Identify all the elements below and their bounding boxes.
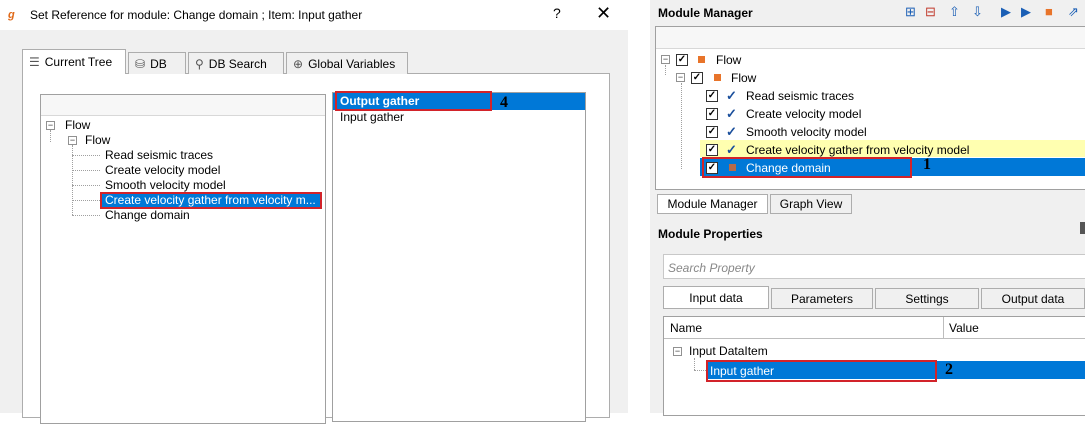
flow-tree[interactable] — [40, 94, 326, 424]
pin-icon[interactable] — [1080, 222, 1085, 234]
move-down-icon[interactable]: ⇩ — [972, 4, 983, 20]
column-header-name[interactable]: Name — [670, 321, 702, 335]
tree-header — [41, 95, 325, 116]
tree-node-flow[interactable]: Flow — [85, 133, 110, 148]
checkbox[interactable]: ✓ — [691, 72, 703, 84]
tab-module-manager[interactable]: Module Manager — [657, 194, 768, 214]
validated-check-icon: ✓ — [726, 124, 737, 139]
module-square-icon — [698, 56, 705, 63]
validated-check-icon: ✓ — [726, 106, 737, 121]
close-button[interactable]: ✕ — [596, 3, 611, 24]
run-icon[interactable]: ▶ — [1001, 4, 1011, 20]
module-manager-title: Module Manager — [658, 6, 753, 20]
app-logo-icon: g — [8, 9, 15, 21]
tree-node-flow-root[interactable]: Flow — [65, 118, 90, 133]
tab-parameters[interactable]: Parameters — [771, 288, 873, 309]
tree-line — [50, 130, 51, 142]
tree-line — [72, 200, 100, 201]
tab-input-data[interactable]: Input data — [663, 286, 769, 309]
tree-line — [72, 215, 100, 216]
export-icon[interactable]: ⇗ — [1068, 4, 1079, 20]
collapse-icon[interactable]: − — [673, 347, 682, 356]
annotation-label: 1 — [923, 156, 931, 173]
tab-label: DB — [150, 56, 167, 71]
tree-line — [72, 185, 100, 186]
tab-output-data[interactable]: Output data — [981, 288, 1085, 309]
validated-check-icon: ✓ — [726, 88, 737, 103]
globe-icon: ⊕ — [293, 56, 304, 71]
collapse-icon[interactable]: − — [661, 55, 670, 64]
collapse-icon[interactable]: − — [68, 136, 77, 145]
annotation-label: 2 — [945, 361, 953, 378]
module-square-icon — [714, 74, 721, 81]
checkbox[interactable]: ✓ — [706, 126, 718, 138]
annotation-box — [335, 91, 492, 111]
tab-label: Current Tree — [44, 55, 113, 69]
move-up-icon[interactable]: ⇧ — [949, 4, 960, 20]
search-placeholder: Search Property — [668, 261, 755, 275]
run-step-icon[interactable]: ▶ — [1021, 4, 1031, 20]
collapse-icon[interactable]: − — [676, 73, 685, 82]
tree-node-create-velocity-gather[interactable]: Create velocity gather from velocity m..… — [105, 193, 316, 208]
tab-graph-view[interactable]: Graph View — [770, 194, 852, 214]
tree-node-read-seismic-traces[interactable]: Read seismic traces — [105, 148, 213, 163]
mm-node-read-seismic-traces[interactable]: Read seismic traces — [746, 89, 854, 104]
tree-header — [656, 27, 1085, 49]
annotation-box — [702, 157, 912, 178]
annotation-label: 4 — [500, 94, 508, 111]
tree-line — [694, 370, 706, 371]
checkbox[interactable]: ✓ — [676, 54, 688, 66]
tree-line — [681, 83, 682, 169]
mm-tree-node-flow-root[interactable]: Flow — [716, 53, 741, 68]
property-grid-header — [664, 317, 1085, 339]
tree-line — [665, 65, 666, 75]
property-group-input-dataitem[interactable]: Input DataItem — [689, 344, 768, 359]
remove-module-icon[interactable]: ⊟ — [925, 4, 936, 20]
tab-db[interactable]: ⛁ DB — [128, 52, 186, 74]
mm-node-create-velocity-model[interactable]: Create velocity model — [746, 107, 861, 122]
database-icon: ⛁ — [135, 56, 146, 71]
stop-icon[interactable]: ■ — [1045, 4, 1053, 19]
mm-node-smooth-velocity-model[interactable]: Smooth velocity model — [746, 125, 867, 140]
add-module-icon[interactable]: ⊞ — [905, 4, 916, 20]
list-item-input-gather[interactable]: Input gather — [340, 110, 404, 125]
tab-current-tree[interactable]: ☰ Current Tree — [22, 49, 126, 74]
collapse-icon[interactable]: − — [46, 121, 55, 130]
tab-label: Global Variables — [308, 56, 396, 71]
search-icon: ⚲ — [195, 56, 204, 71]
dialog-title: Set Reference for module: Change domain … — [30, 8, 363, 22]
help-button[interactable]: ? — [553, 5, 561, 21]
tab-settings[interactable]: Settings — [875, 288, 979, 309]
tab-db-search[interactable]: ⚲ DB Search — [188, 52, 284, 74]
tree-line — [694, 358, 695, 370]
item-list[interactable] — [332, 92, 586, 422]
tree-node-smooth-velocity-model[interactable]: Smooth velocity model — [105, 178, 226, 193]
column-header-value[interactable]: Value — [949, 321, 979, 335]
tree-node-create-velocity-model[interactable]: Create velocity model — [105, 163, 220, 178]
mm-node-create-velocity-gather[interactable]: Create velocity gather from velocity mod… — [746, 143, 969, 158]
mm-tree-node-flow[interactable]: Flow — [731, 71, 756, 86]
tree-node-change-domain[interactable]: Change domain — [105, 208, 190, 223]
tree-line — [72, 155, 100, 156]
tree-line — [72, 170, 100, 171]
column-divider[interactable] — [943, 317, 944, 338]
checkbox[interactable]: ✓ — [706, 144, 718, 156]
checkbox[interactable]: ✓ — [706, 90, 718, 102]
checkbox[interactable]: ✓ — [706, 108, 718, 120]
tree-icon: ☰ — [29, 55, 40, 69]
window-gap — [628, 0, 650, 413]
tab-global-variables[interactable]: ⊕ Global Variables — [286, 52, 408, 74]
validated-check-icon: ✓ — [726, 142, 737, 157]
annotation-box — [706, 360, 937, 382]
tab-label: DB Search — [208, 56, 267, 71]
module-properties-title: Module Properties — [658, 227, 763, 241]
